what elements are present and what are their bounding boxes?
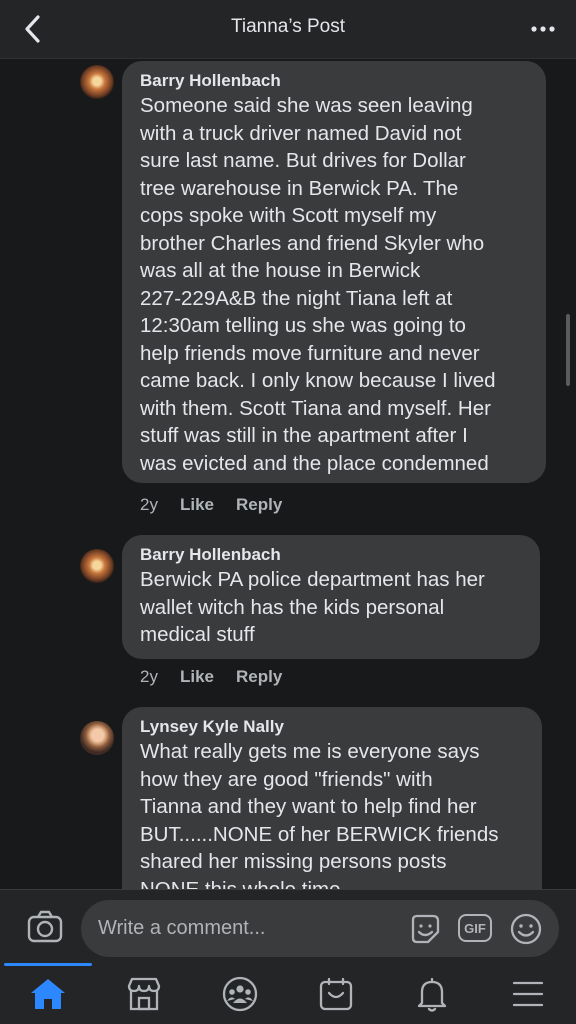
comment-bubble[interactable]: Barry Hollenbach Someone said she was se…: [122, 61, 546, 483]
top-bar: Tianna’s Post: [0, 0, 576, 59]
comment-actions: 2y Like Reply: [140, 667, 304, 687]
tab-home[interactable]: [0, 963, 96, 1024]
reply-button[interactable]: Reply: [236, 667, 282, 686]
comment-bubble[interactable]: Barry Hollenbach Berwick PA police depar…: [122, 535, 540, 659]
gif-button[interactable]: GIF: [458, 914, 492, 942]
sticker-icon[interactable]: [408, 912, 442, 946]
camera-icon: [27, 910, 63, 943]
tab-menu[interactable]: [480, 963, 576, 1024]
comment-bubble[interactable]: Lynsey Kyle Nally What really gets me is…: [122, 707, 542, 889]
groups-icon: [222, 976, 258, 1012]
comment-time: 2y: [140, 667, 158, 686]
tab-shop[interactable]: [288, 963, 384, 1024]
page-title: Tianna’s Post: [230, 16, 346, 37]
tab-marketplace[interactable]: [96, 963, 192, 1024]
menu-icon: [512, 981, 544, 1007]
home-icon: [31, 979, 65, 1009]
like-button[interactable]: Like: [180, 667, 214, 686]
avatar[interactable]: [80, 721, 114, 755]
comments-feed[interactable]: Barry Hollenbach Someone said she was se…: [0, 59, 576, 889]
shop-icon: [319, 977, 353, 1011]
like-button[interactable]: Like: [180, 495, 214, 514]
tab-notifications[interactable]: [384, 963, 480, 1024]
gif-icon: GIF: [464, 921, 486, 936]
comment-time: 2y: [140, 495, 158, 514]
comment-text: Berwick PA police department has her wal…: [140, 568, 485, 646]
gif-label: GIF: [464, 921, 486, 936]
more-horizontal-icon: [531, 26, 555, 32]
comment-author[interactable]: Lynsey Kyle Nally: [140, 716, 524, 738]
avatar[interactable]: [80, 65, 114, 99]
comment-actions: 2y Like Reply: [140, 495, 304, 515]
avatar[interactable]: [80, 549, 114, 583]
camera-button[interactable]: [26, 908, 64, 946]
marketplace-icon: [127, 977, 161, 1011]
comment-text: Someone said she was seen leaving with a…: [140, 94, 496, 475]
comment-composer: Write a comment... GIF: [0, 889, 576, 964]
comment-input[interactable]: Write a comment... GIF: [81, 900, 559, 957]
tab-groups[interactable]: [192, 963, 288, 1024]
scrollbar[interactable]: [566, 314, 570, 386]
bell-icon: [417, 977, 447, 1012]
comment-author[interactable]: Barry Hollenbach: [140, 70, 528, 92]
more-options-button[interactable]: [528, 14, 558, 44]
bottom-tab-bar: [0, 963, 576, 1024]
comment-author[interactable]: Barry Hollenbach: [140, 544, 522, 566]
emoji-icon[interactable]: [509, 912, 543, 946]
reply-button[interactable]: Reply: [236, 495, 282, 514]
comment-text: What really gets me is everyone says how…: [140, 740, 499, 889]
comment-input-placeholder: Write a comment...: [98, 917, 266, 939]
